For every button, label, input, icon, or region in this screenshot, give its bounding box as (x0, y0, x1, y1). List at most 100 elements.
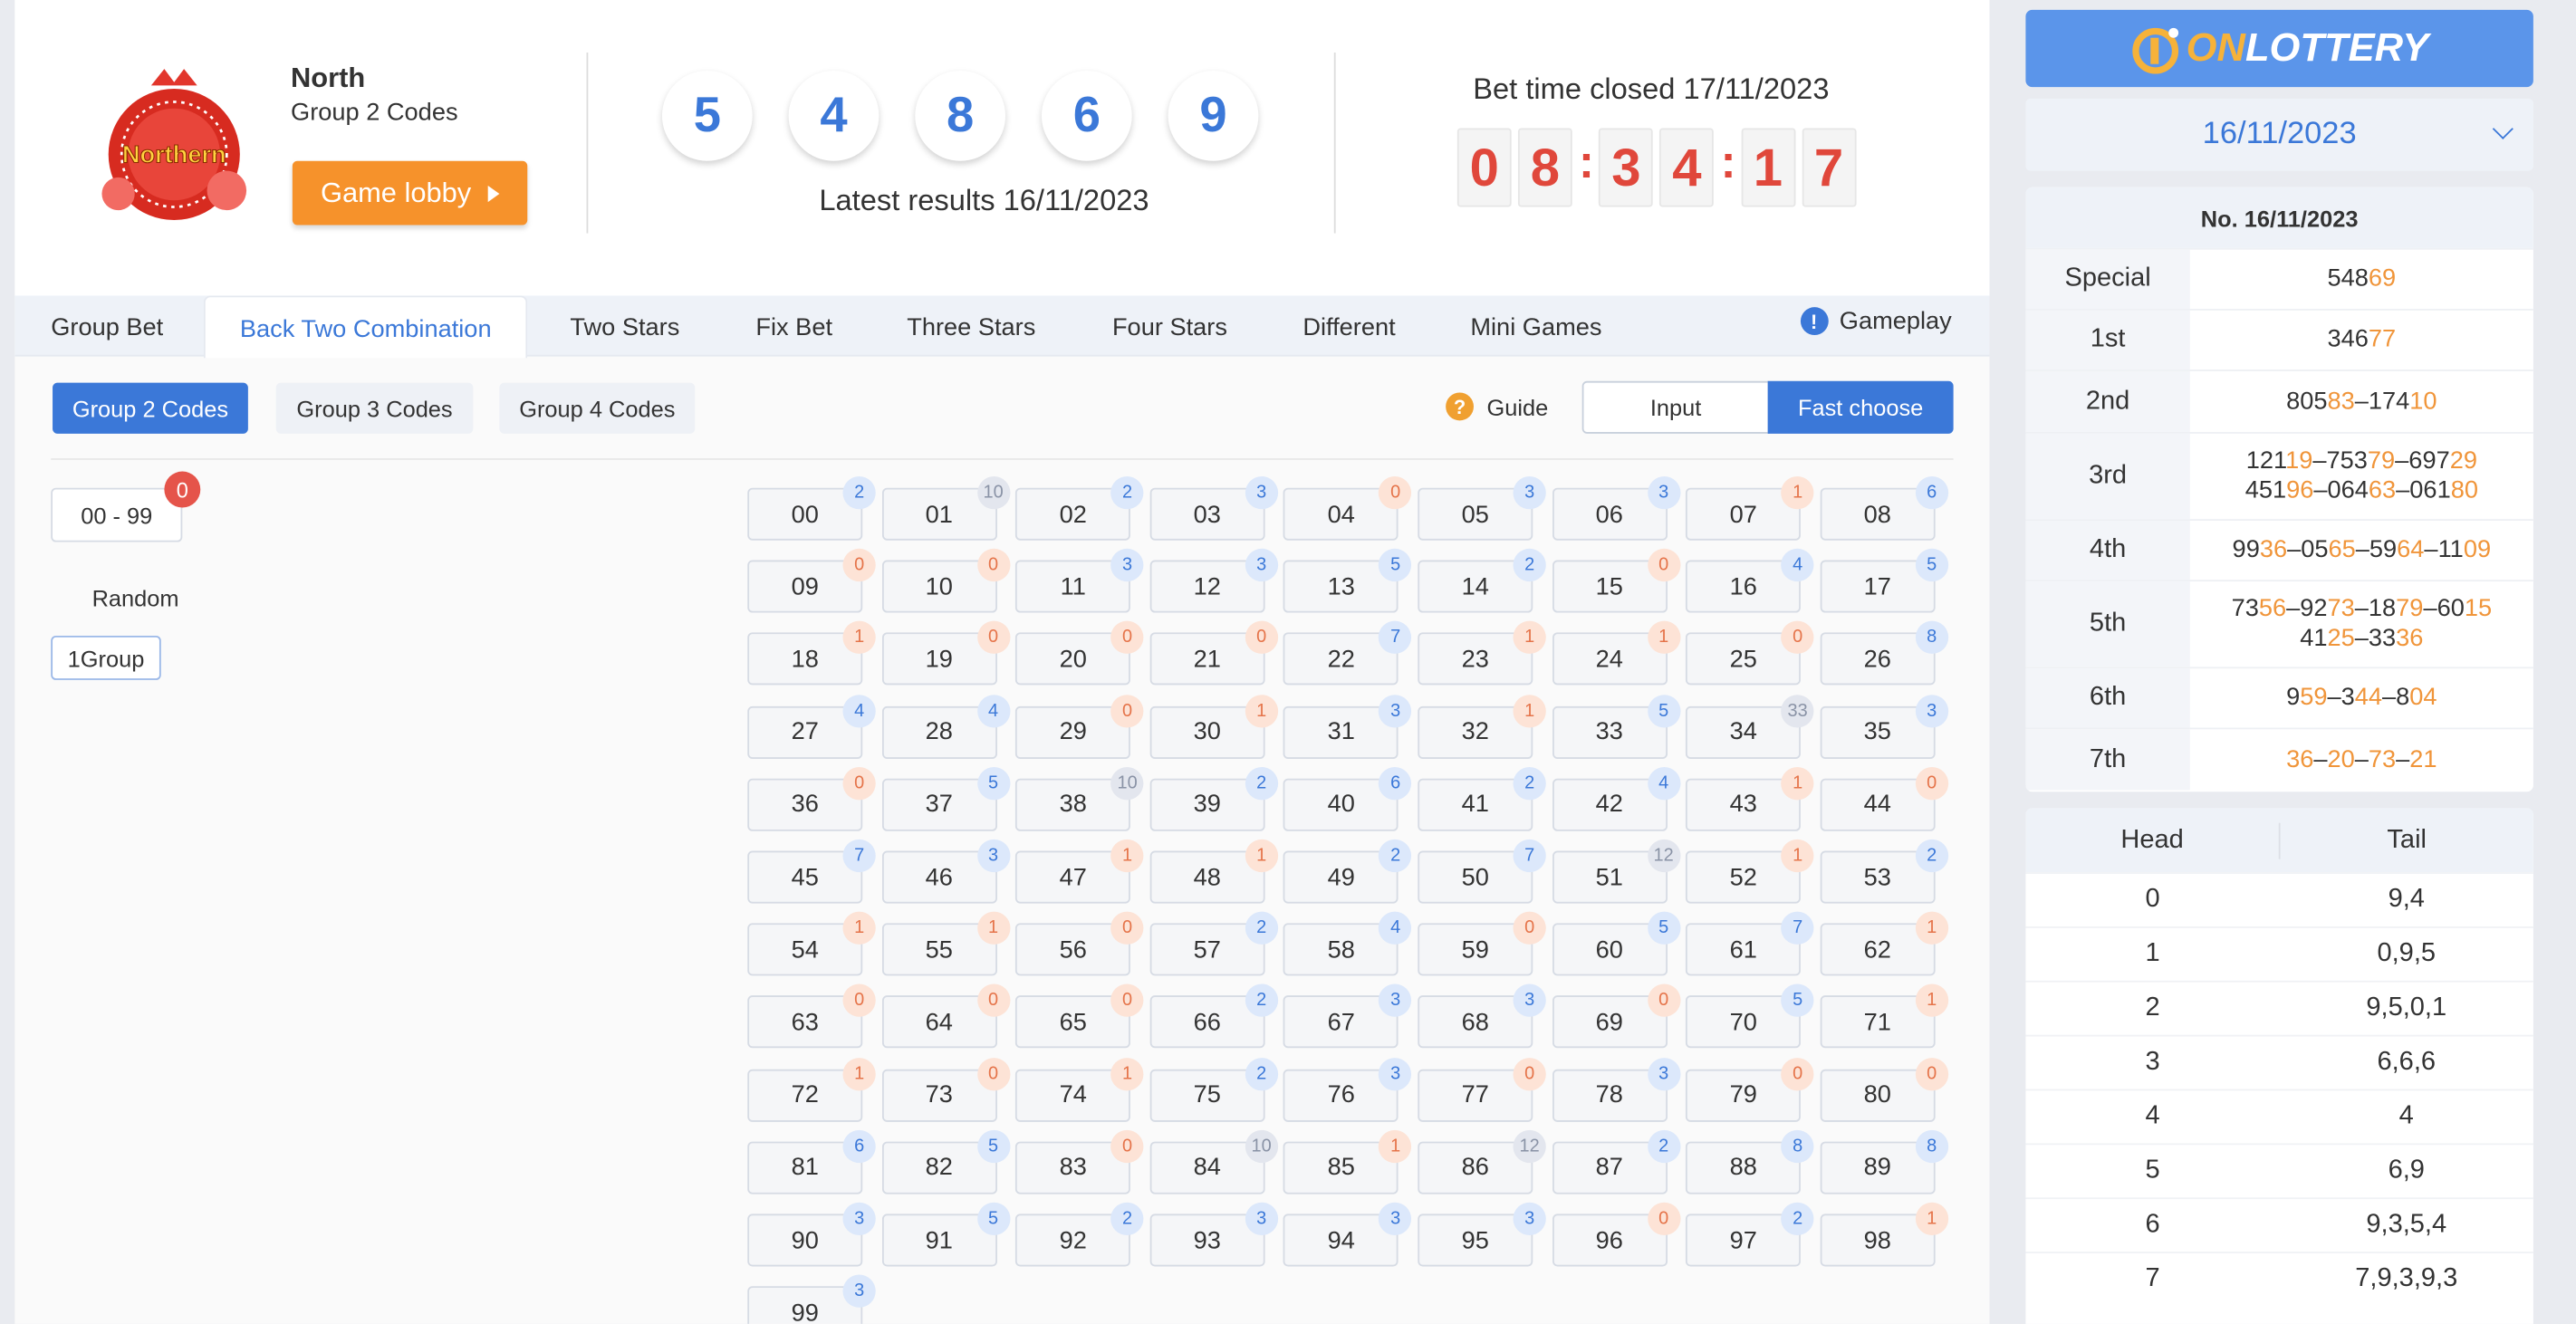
number-cell[interactable]: 20 0 (1015, 621, 1144, 686)
number-cell[interactable]: 70 5 (1686, 984, 1814, 1049)
number-cell[interactable]: 17 5 (1820, 549, 1948, 613)
number-cell[interactable]: 39 2 (1149, 766, 1278, 831)
number-cell[interactable]: 26 8 (1820, 621, 1948, 686)
number-cell[interactable]: 79 0 (1686, 1057, 1814, 1122)
number-cell[interactable]: 16 4 (1686, 549, 1814, 613)
number-cell[interactable]: 46 3 (881, 839, 1010, 904)
number-cell[interactable]: 18 1 (747, 621, 876, 686)
number-cell[interactable]: 86 12 (1418, 1129, 1546, 1194)
number-cell[interactable]: 75 2 (1149, 1057, 1278, 1122)
number-cell[interactable]: 13 5 (1283, 549, 1412, 613)
number-cell[interactable]: 01 10 (881, 476, 1010, 541)
number-cell[interactable]: 99 3 (747, 1274, 876, 1324)
number-cell[interactable]: 56 0 (1015, 911, 1144, 976)
number-cell[interactable]: 72 1 (747, 1057, 876, 1122)
subtab-group-3-codes[interactable]: Group 3 Codes (275, 382, 474, 434)
number-cell[interactable]: 93 3 (1149, 1202, 1278, 1267)
number-cell[interactable]: 38 10 (1015, 766, 1144, 831)
tab-fix-bet[interactable]: Fix Bet (755, 295, 832, 356)
number-cell[interactable]: 65 0 (1015, 984, 1144, 1049)
number-cell[interactable]: 40 6 (1283, 766, 1412, 831)
number-cell[interactable]: 48 1 (1149, 839, 1278, 904)
number-cell[interactable]: 96 0 (1552, 1202, 1680, 1267)
number-cell[interactable]: 27 4 (747, 694, 876, 759)
number-cell[interactable]: 29 0 (1015, 694, 1144, 759)
number-cell[interactable]: 67 3 (1283, 984, 1412, 1049)
number-cell[interactable]: 69 0 (1552, 984, 1680, 1049)
number-cell[interactable]: 68 3 (1418, 984, 1546, 1049)
game-lobby-button[interactable]: Game lobby (292, 160, 528, 225)
number-cell[interactable]: 00 2 (747, 476, 876, 541)
number-cell[interactable]: 89 8 (1820, 1129, 1948, 1194)
number-cell[interactable]: 71 1 (1820, 984, 1948, 1049)
subtab-group-2-codes[interactable]: Group 2 Codes (53, 382, 248, 434)
number-cell[interactable]: 85 1 (1283, 1129, 1412, 1194)
gameplay-link[interactable]: ! Gameplay (1800, 307, 1952, 336)
number-cell[interactable]: 74 1 (1015, 1057, 1144, 1122)
result-date-select[interactable]: 16/11/2023 (2025, 98, 2533, 171)
number-cell[interactable]: 90 3 (747, 1202, 876, 1267)
number-cell[interactable]: 21 0 (1149, 621, 1278, 686)
number-cell[interactable]: 64 0 (881, 984, 1010, 1049)
number-cell[interactable]: 88 8 (1686, 1129, 1814, 1194)
number-cell[interactable]: 43 1 (1686, 766, 1814, 831)
number-cell[interactable]: 82 5 (881, 1129, 1010, 1194)
number-cell[interactable]: 37 5 (881, 766, 1010, 831)
subtab-group-4-codes[interactable]: Group 4 Codes (499, 382, 696, 434)
number-cell[interactable]: 83 0 (1015, 1129, 1144, 1194)
number-cell[interactable]: 94 3 (1283, 1202, 1412, 1267)
number-cell[interactable]: 54 1 (747, 911, 876, 976)
number-cell[interactable]: 35 3 (1820, 694, 1948, 759)
number-cell[interactable]: 42 4 (1552, 766, 1680, 831)
tab-four-stars[interactable]: Four Stars (1112, 295, 1227, 356)
number-cell[interactable]: 19 0 (881, 621, 1010, 686)
number-cell[interactable]: 41 2 (1418, 766, 1546, 831)
number-cell[interactable]: 61 7 (1686, 911, 1814, 976)
range-button[interactable]: 00 - 99 (51, 487, 183, 542)
number-cell[interactable]: 76 3 (1283, 1057, 1412, 1122)
tab-different[interactable]: Different (1302, 295, 1395, 356)
one-group-button[interactable]: 1Group (51, 635, 161, 680)
number-cell[interactable]: 57 2 (1149, 911, 1278, 976)
number-cell[interactable]: 81 6 (747, 1129, 876, 1194)
number-cell[interactable]: 92 2 (1015, 1202, 1144, 1267)
number-cell[interactable]: 32 1 (1418, 694, 1546, 759)
number-cell[interactable]: 30 1 (1149, 694, 1278, 759)
number-cell[interactable]: 14 2 (1418, 549, 1546, 613)
number-cell[interactable]: 36 0 (747, 766, 876, 831)
number-cell[interactable]: 51 12 (1552, 839, 1680, 904)
number-cell[interactable]: 97 2 (1686, 1202, 1814, 1267)
number-cell[interactable]: 05 3 (1418, 476, 1546, 541)
number-cell[interactable]: 07 1 (1686, 476, 1814, 541)
number-cell[interactable]: 77 0 (1418, 1057, 1546, 1122)
number-cell[interactable]: 12 3 (1149, 549, 1278, 613)
number-cell[interactable]: 80 0 (1820, 1057, 1948, 1122)
number-cell[interactable]: 09 0 (747, 549, 876, 613)
number-cell[interactable]: 15 0 (1552, 549, 1680, 613)
number-cell[interactable]: 22 7 (1283, 621, 1412, 686)
number-cell[interactable]: 45 7 (747, 839, 876, 904)
tab-back-two-combination[interactable]: Back Two Combination (203, 295, 528, 359)
input-mode-button[interactable]: Input (1581, 380, 1770, 434)
tab-two-stars[interactable]: Two Stars (570, 295, 679, 356)
fast-choose-button[interactable]: Fast choose (1767, 380, 1954, 434)
number-cell[interactable]: 91 5 (881, 1202, 1010, 1267)
number-cell[interactable]: 49 2 (1283, 839, 1412, 904)
number-cell[interactable]: 78 3 (1552, 1057, 1680, 1122)
number-cell[interactable]: 06 3 (1552, 476, 1680, 541)
number-cell[interactable]: 66 2 (1149, 984, 1278, 1049)
number-cell[interactable]: 95 3 (1418, 1202, 1546, 1267)
number-cell[interactable]: 33 5 (1552, 694, 1680, 759)
number-cell[interactable]: 59 0 (1418, 911, 1546, 976)
number-cell[interactable]: 08 6 (1820, 476, 1948, 541)
number-cell[interactable]: 28 4 (881, 694, 1010, 759)
tab-group-bet[interactable]: Group Bet (51, 295, 163, 356)
number-cell[interactable]: 73 0 (881, 1057, 1010, 1122)
number-cell[interactable]: 02 2 (1015, 476, 1144, 541)
number-cell[interactable]: 62 1 (1820, 911, 1948, 976)
tab-mini-games[interactable]: Mini Games (1470, 295, 1601, 356)
number-cell[interactable]: 58 4 (1283, 911, 1412, 976)
number-cell[interactable]: 23 1 (1418, 621, 1546, 686)
number-cell[interactable]: 44 0 (1820, 766, 1948, 831)
number-cell[interactable]: 25 0 (1686, 621, 1814, 686)
